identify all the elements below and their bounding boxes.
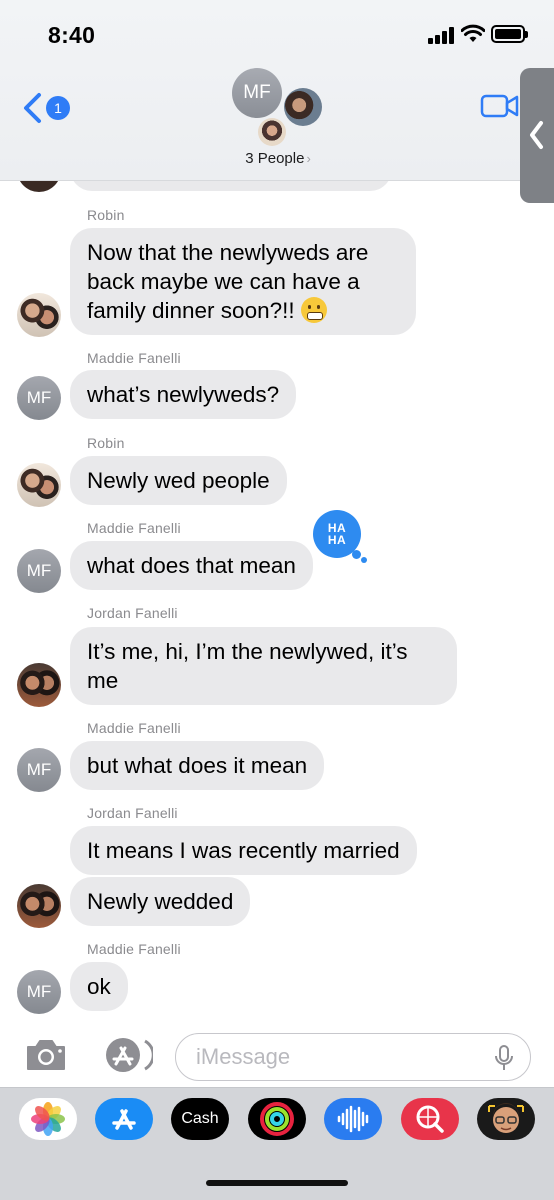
avatar-jordan[interactable] <box>17 663 61 707</box>
tapback-tail <box>352 550 361 559</box>
message-text: Newly wedded <box>87 889 234 914</box>
sender-name: Robin <box>87 207 125 223</box>
message-input[interactable] <box>196 1040 486 1074</box>
chevron-left-icon <box>530 121 543 149</box>
sender-name: Maddie Fanelli <box>87 520 181 536</box>
sender-name: Maddie Fanelli <box>87 350 181 366</box>
sender-name: Jordan Fanelli <box>87 805 178 821</box>
avatar-maddie[interactable]: MF <box>17 970 61 1014</box>
compose-bar <box>0 1025 554 1087</box>
message-bubble[interactable]: what’s newlyweds? <box>70 370 297 419</box>
images-search-icon[interactable] <box>401 1098 459 1140</box>
group-avatars[interactable]: MF <box>228 64 328 148</box>
conversation-header: 8:40 1 MF 3 People › <box>0 0 554 181</box>
message-bubble[interactable]: Newly wedded <box>70 877 251 926</box>
avatar-robin[interactable] <box>17 463 61 507</box>
avatar-member <box>284 88 322 126</box>
message-text: but what does it mean <box>87 753 308 778</box>
app-store-icon[interactable] <box>95 1098 153 1140</box>
message-bubble[interactable]: ok <box>70 962 128 1011</box>
message-text: what’s newlyweds? <box>87 382 280 407</box>
people-count-label: 3 People <box>245 150 305 167</box>
group-details-link[interactable]: 3 People › <box>228 150 328 167</box>
wifi-icon <box>461 24 485 42</box>
message-bubble[interactable]: Newly wed people <box>70 456 287 505</box>
app-store-apps-button[interactable] <box>97 1037 155 1073</box>
imessage-field[interactable] <box>175 1033 531 1081</box>
status-time: 8:40 <box>48 22 96 48</box>
avatar-mf: MF <box>232 68 282 118</box>
unread-count-badge: 1 <box>46 96 70 120</box>
avatar-member <box>258 118 286 146</box>
message-text: It’s me, hi, I’m the newlywed, it’s me <box>87 639 408 693</box>
sender-name: Maddie Fanelli <box>87 941 181 957</box>
memoji-icon[interactable] <box>477 1098 535 1140</box>
app-store-icon <box>106 1038 155 1072</box>
avatar-maddie[interactable]: MF <box>17 549 61 593</box>
cellular-signal-icon <box>428 26 456 44</box>
message-bubble[interactable]: Now that the newlyweds are back maybe we… <box>70 228 416 335</box>
message-bubble[interactable]: It’s me, hi, I’m the newlywed, it’s me <box>70 627 457 705</box>
microphone-icon[interactable] <box>494 1045 514 1071</box>
chevron-right-icon: › <box>306 151 311 166</box>
message-text: Newly wed people <box>87 468 270 493</box>
back-button[interactable]: 1 <box>22 92 72 124</box>
message-bubble[interactable]: It means I was recently married <box>70 826 417 875</box>
chevron-left-icon <box>24 93 41 123</box>
message-bubble[interactable]: what does that mean <box>70 541 313 590</box>
message-text: what does that mean <box>87 553 296 578</box>
message-text: ok <box>87 974 111 999</box>
message-bubble[interactable]: but what does it mean <box>70 741 325 790</box>
fitness-icon[interactable] <box>248 1098 306 1140</box>
avatar-maddie[interactable]: MF <box>17 748 61 792</box>
side-drawer-handle[interactable] <box>520 68 554 203</box>
grimacing-face-icon <box>300 297 327 323</box>
cash-label: Cash <box>181 1110 219 1127</box>
avatar-jordan[interactable] <box>17 884 61 928</box>
message-text: It means I was recently married <box>87 838 400 863</box>
apple-cash-icon[interactable]: Cash <box>171 1098 229 1140</box>
battery-icon <box>491 25 528 43</box>
status-bar: 8:40 <box>0 0 554 70</box>
avatar-robin[interactable] <box>17 293 61 337</box>
home-indicator[interactable] <box>206 1180 348 1186</box>
avatar-maddie[interactable]: MF <box>17 376 61 420</box>
sender-name: Jordan Fanelli <box>87 605 178 621</box>
photos-icon[interactable] <box>19 1098 77 1140</box>
video-call-icon[interactable] <box>480 92 520 120</box>
camera-icon[interactable] <box>24 1037 68 1073</box>
audio-message-icon[interactable] <box>324 1098 382 1140</box>
sender-name: Maddie Fanelli <box>87 720 181 736</box>
tapback-tail <box>361 557 367 563</box>
sender-name: Robin <box>87 435 125 451</box>
